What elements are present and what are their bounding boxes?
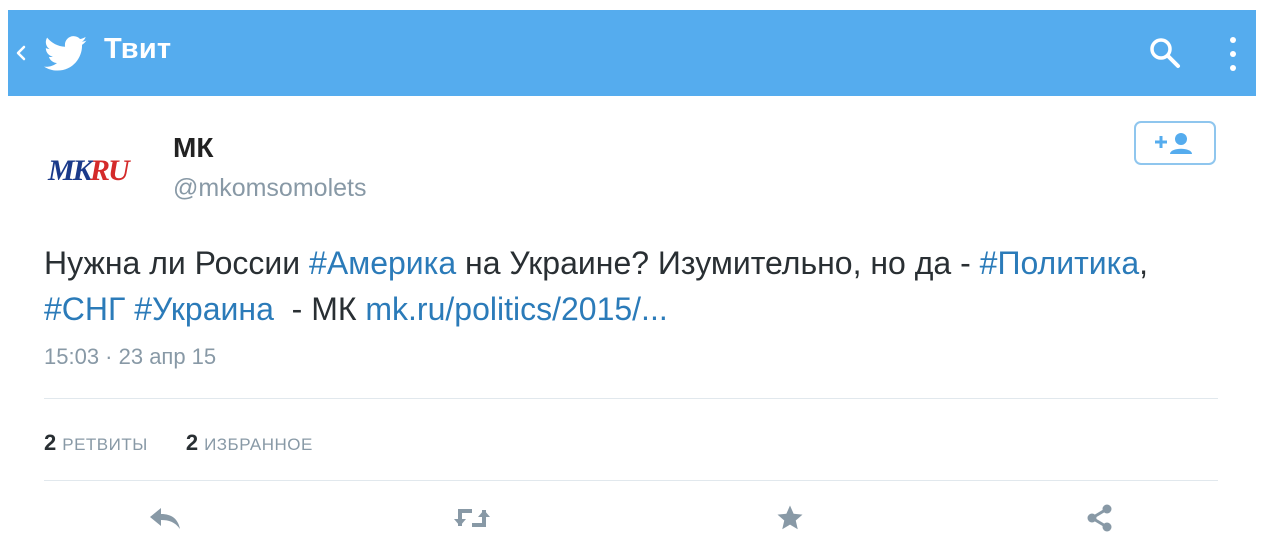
retweets-count: 2 [44,430,57,455]
share-button[interactable] [1080,500,1120,536]
hashtag-link[interactable]: #СНГ [44,291,125,327]
url-link[interactable]: mk.ru/politics/2015/... [365,291,667,327]
retweets-stat[interactable]: 2 РЕТВИТЫ [44,430,148,456]
svg-text:RU: RU [89,154,131,187]
search-icon [1150,38,1180,68]
search-button[interactable] [1147,35,1183,71]
hashtag-link[interactable]: #Украина [134,291,274,327]
favorites-stat[interactable]: 2 ИЗБРАННОЕ [186,430,313,456]
svg-text:MK: MK [47,154,95,187]
divider [44,480,1218,481]
follow-button[interactable] [1134,121,1216,165]
reply-button[interactable] [145,500,185,536]
add-user-icon [1155,133,1192,154]
avatar[interactable]: MK RU [40,130,144,210]
tweet-text-segment: на Украине? Изумительно, но да - [456,245,980,281]
tweet-text: Нужна ли России #Америка на Украине? Изу… [44,240,1234,332]
favorites-label: ИЗБРАННОЕ [204,435,313,454]
tweet-text-segment: Нужна ли России [44,245,310,281]
hashtag-link[interactable]: #Политика [980,245,1139,281]
author-handle[interactable]: @mkomsomolets [173,174,366,203]
chevron-left-icon [16,45,26,61]
overflow-menu-button[interactable] [1226,34,1240,74]
reply-icon [150,508,180,529]
retweet-button[interactable] [452,500,492,536]
hashtag-link[interactable]: #Америка [309,245,456,281]
tweet-text-segment: , [1139,245,1148,281]
tweet-timestamp: 15:03 · 23 апр 15 [44,344,217,369]
mkru-logo: MK RU [47,154,133,187]
tweet-text-segment: - МК [273,291,366,327]
author-name[interactable]: МК [173,132,213,164]
back-button[interactable] [14,39,28,67]
favorite-button[interactable] [770,500,810,536]
favorites-count: 2 [185,430,199,455]
retweet-icon [454,509,490,527]
tweet-text-segment [125,291,134,327]
twitter-bird-icon [44,36,88,72]
share-icon [1087,504,1112,532]
top-app-bar: Твит [8,10,1256,96]
retweets-label: РЕТВИТЫ [62,435,148,454]
star-icon [777,505,803,530]
more-vertical-icon [1230,37,1236,71]
tweet-stats: 2 РЕТВИТЫ 2 ИЗБРАННОЕ [44,430,313,456]
divider [44,398,1218,399]
page-title: Твит [104,33,172,65]
